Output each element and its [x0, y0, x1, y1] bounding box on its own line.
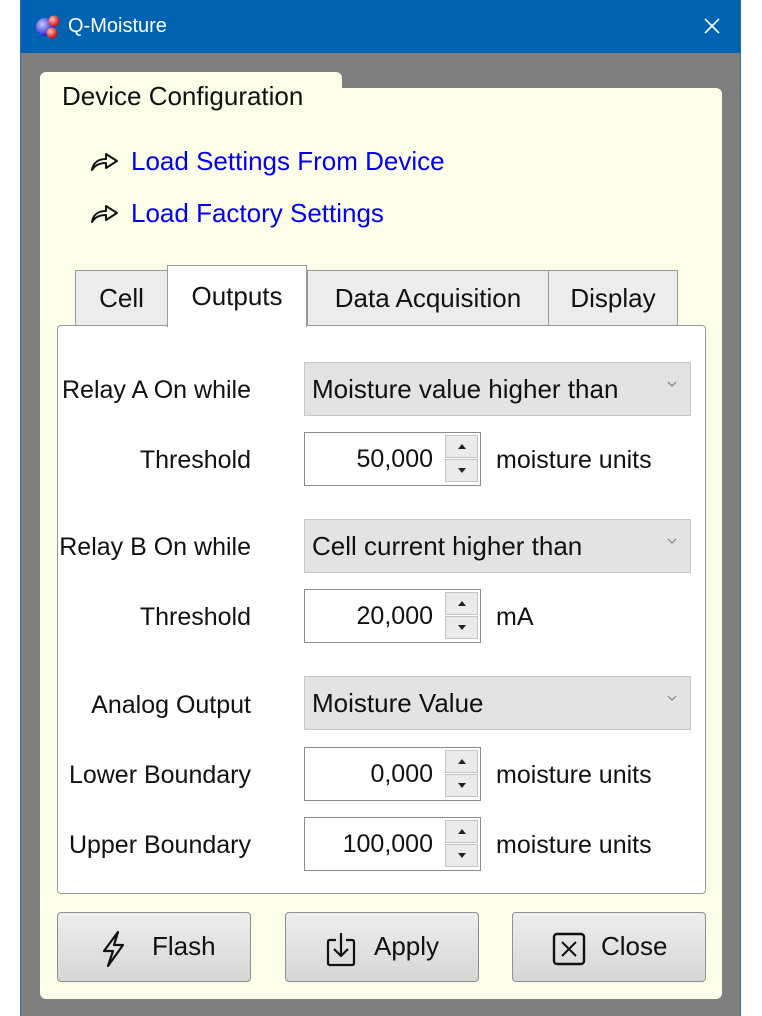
decrement-button[interactable]	[445, 459, 478, 482]
load-factory-settings-link[interactable]: Load Factory Settings	[89, 198, 384, 229]
lower-boundary-label: Lower Boundary	[68, 761, 251, 789]
arrow-down-icon	[457, 853, 466, 858]
tab-display[interactable]: Display	[548, 270, 678, 326]
upper-boundary-input[interactable]: 100,000	[304, 817, 481, 871]
arrow-down-icon	[457, 625, 466, 630]
analog-output-select[interactable]: Moisture Value	[304, 676, 691, 730]
arrow-down-icon	[457, 468, 466, 473]
relay-a-threshold-input[interactable]: 50,000	[304, 432, 481, 486]
close-button-label: Close	[601, 931, 668, 961]
tab-cell[interactable]: Cell	[75, 270, 168, 326]
relay-a-threshold-value[interactable]: 50,000	[357, 445, 433, 474]
close-button[interactable]: Close	[512, 912, 706, 982]
flash-button[interactable]: Flash	[57, 912, 251, 982]
increment-button[interactable]	[445, 820, 478, 843]
apply-button[interactable]: Apply	[285, 912, 479, 982]
window-title: Q-Moisture	[68, 15, 167, 37]
outputs-panel: Relay A On while Moisture value higher t…	[57, 325, 706, 894]
relay-a-label: Relay A On while	[62, 376, 251, 404]
relay-b-threshold-unit: mA	[496, 603, 534, 631]
group-title: Device Configuration	[62, 81, 304, 111]
relay-a-select[interactable]: Moisture value higher than	[304, 362, 691, 416]
molecule-icon	[36, 15, 60, 39]
relay-b-threshold-label: Threshold	[139, 603, 251, 631]
increment-button[interactable]	[445, 435, 478, 458]
relay-b-threshold-input[interactable]: 20,000	[304, 589, 481, 643]
download-tray-icon	[326, 933, 356, 967]
link-label[interactable]: Load Factory Settings	[131, 198, 384, 229]
lower-boundary-input[interactable]: 0,000	[304, 747, 481, 801]
arrow-up-icon	[457, 601, 466, 606]
increment-button[interactable]	[445, 750, 478, 773]
close-icon[interactable]	[698, 12, 726, 40]
tab-data-acquisition[interactable]: Data Acquisition	[307, 270, 549, 326]
tab-outputs[interactable]: Outputs	[167, 265, 307, 327]
lower-boundary-unit: moisture units	[496, 761, 652, 789]
lightning-icon	[102, 930, 125, 968]
upper-boundary-unit: moisture units	[496, 831, 652, 859]
arrow-up-icon	[457, 829, 466, 834]
decrement-button[interactable]	[445, 616, 478, 639]
apply-button-label: Apply	[374, 931, 440, 961]
relay-b-selected-value: Cell current higher than	[312, 530, 583, 561]
arrow-up-icon	[457, 444, 466, 449]
title-bar[interactable]: Q-Moisture	[21, 0, 740, 53]
analog-output-label: Analog Output	[91, 691, 251, 719]
decrement-button[interactable]	[445, 774, 478, 797]
analog-output-selected-value: Moisture Value	[312, 687, 484, 718]
relay-a-threshold-unit: moisture units	[496, 446, 652, 474]
link-label[interactable]: Load Settings From Device	[131, 146, 445, 177]
relay-b-select[interactable]: Cell current higher than	[304, 519, 691, 573]
chevron-down-icon	[667, 695, 677, 701]
increment-button[interactable]	[445, 592, 478, 615]
dialog-window: Q-Moisture Device Configuration Load Set…	[20, 0, 741, 1016]
relay-b-label: Relay B On while	[59, 533, 251, 561]
arrow-down-icon	[457, 783, 466, 788]
load-settings-from-device-link[interactable]: Load Settings From Device	[89, 146, 445, 177]
close-box-icon	[552, 932, 586, 966]
arrow-up-icon	[457, 759, 466, 764]
relay-a-threshold-label: Threshold	[139, 446, 251, 474]
flash-button-label: Flash	[152, 931, 216, 961]
upper-boundary-label: Upper Boundary	[68, 831, 251, 859]
lower-boundary-value[interactable]: 0,000	[370, 760, 433, 789]
decrement-button[interactable]	[445, 844, 478, 867]
share-arrow-icon	[91, 204, 118, 223]
chevron-down-icon	[667, 538, 677, 544]
relay-b-threshold-value[interactable]: 20,000	[357, 602, 433, 631]
relay-a-selected-value: Moisture value higher than	[312, 373, 619, 404]
chevron-down-icon	[667, 381, 677, 387]
share-arrow-icon	[91, 152, 118, 171]
upper-boundary-value[interactable]: 100,000	[343, 830, 433, 859]
